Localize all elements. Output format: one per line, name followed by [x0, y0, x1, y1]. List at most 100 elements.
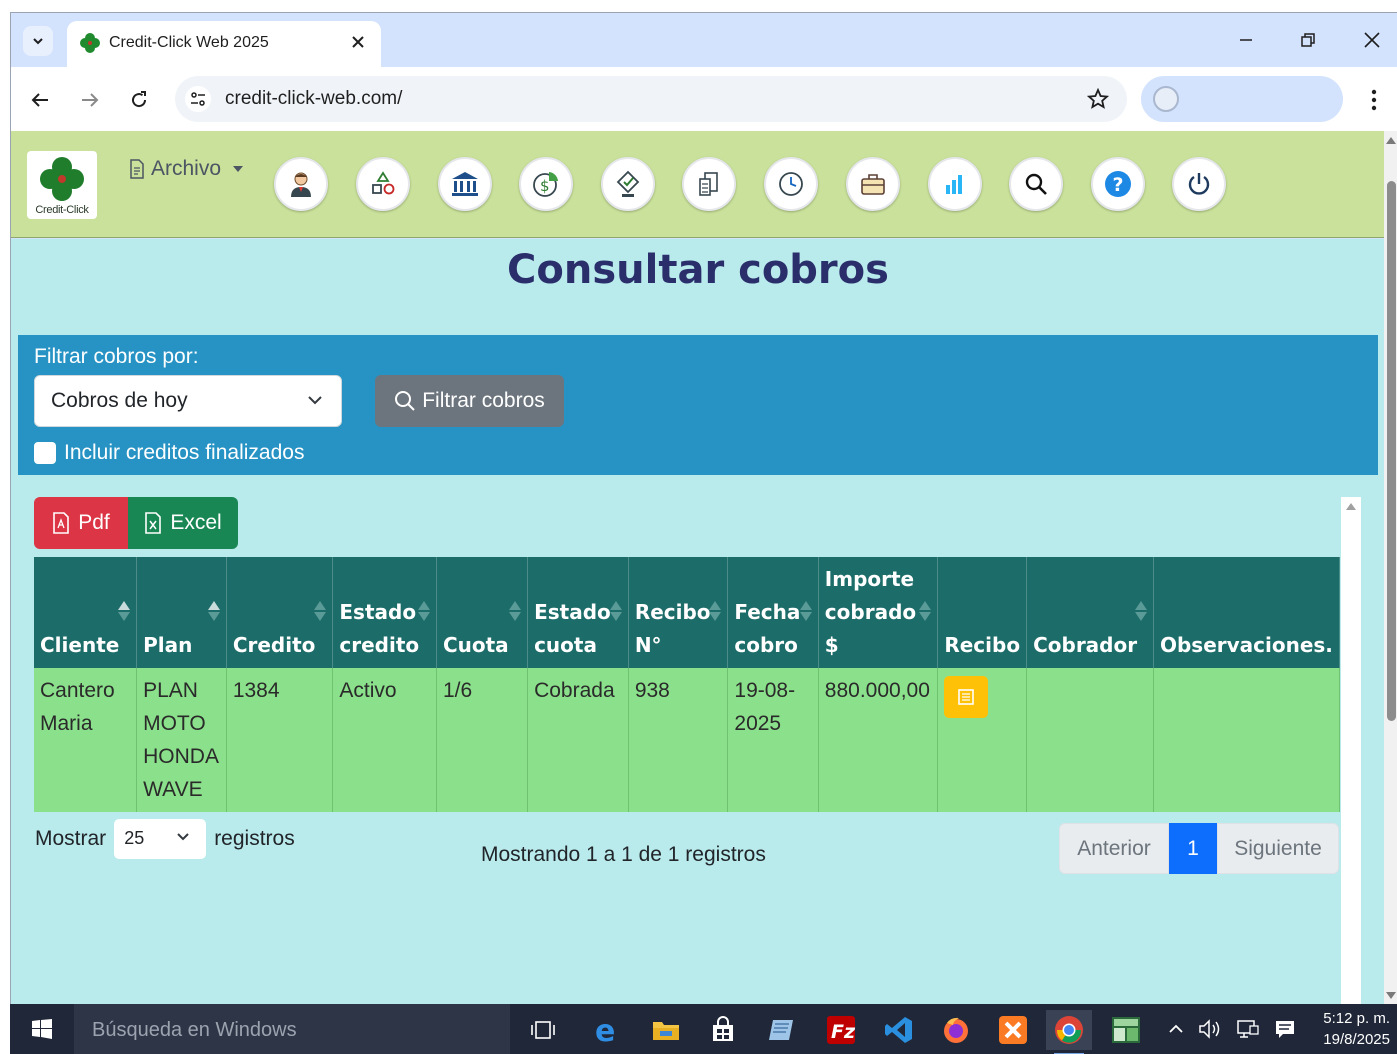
scroll-down-arrow-icon[interactable]: [1386, 992, 1396, 999]
taskbar: Búsqueda en Windows e Fz 5:12 p. m. 19/8…: [10, 1004, 1397, 1054]
col-header[interactable]: Cuota: [436, 557, 529, 668]
plans-button[interactable]: [356, 157, 410, 211]
approve-button[interactable]: [601, 157, 655, 211]
reload-icon[interactable]: [124, 85, 154, 115]
col-header[interactable]: Recibo: [937, 557, 1028, 668]
file-explorer-icon[interactable]: [643, 1010, 689, 1050]
sort-icon: [1134, 601, 1147, 623]
scroll-up-arrow-icon[interactable]: [1386, 137, 1396, 144]
firefox-icon[interactable]: [933, 1010, 979, 1050]
site-settings-icon[interactable]: [185, 86, 211, 112]
profile-button[interactable]: [1141, 76, 1343, 122]
page-length-control: Mostrar 25 registros: [35, 819, 295, 859]
calculator-button[interactable]: [682, 157, 736, 211]
scrollbar-thumb[interactable]: [1387, 181, 1396, 721]
cell-credito: 1384: [226, 668, 334, 812]
notepad-app-icon[interactable]: [759, 1010, 805, 1050]
store-icon[interactable]: [700, 1010, 746, 1050]
bank-button[interactable]: [438, 157, 492, 211]
restore-icon[interactable]: [1285, 25, 1331, 55]
vscode-icon[interactable]: [876, 1010, 922, 1050]
filter-select[interactable]: Cobros de hoy: [34, 375, 342, 427]
export-excel-button[interactable]: Excel: [128, 497, 238, 549]
payments-button[interactable]: $: [519, 157, 573, 211]
page-title: Consultar cobros: [507, 247, 889, 293]
table-scrollbar[interactable]: [1341, 497, 1361, 1005]
chevron-up-icon[interactable]: [1168, 1022, 1184, 1036]
tab-search-button[interactable]: [23, 26, 53, 56]
scroll-up-arrow-icon[interactable]: [1346, 503, 1356, 510]
col-header[interactable]: Recibo N°: [628, 557, 729, 668]
prev-page-button[interactable]: Anterior: [1059, 823, 1169, 874]
cashbox-button[interactable]: [846, 157, 900, 211]
cell-cuota: 1/6: [436, 668, 529, 812]
task-view-icon[interactable]: [520, 1010, 566, 1050]
browser-tab[interactable]: Credit-Click Web 2025: [67, 21, 381, 67]
help-button[interactable]: ?: [1091, 157, 1145, 211]
forward-icon[interactable]: [75, 85, 105, 115]
pagination: Anterior 1 Siguiente: [1059, 823, 1339, 874]
credit-click-app-icon[interactable]: [1103, 1010, 1149, 1050]
clover-logo-icon: [40, 157, 84, 201]
start-button[interactable]: [10, 1004, 74, 1054]
include-finished-checkbox[interactable]: [34, 442, 56, 464]
filter-button-label: Filtrar cobros: [422, 389, 545, 412]
profile-avatar-icon: [1153, 86, 1179, 112]
page-length-select[interactable]: 25: [114, 819, 207, 859]
view-receipt-button[interactable]: [944, 676, 989, 718]
help-icon: ?: [1105, 171, 1131, 197]
archivo-menu[interactable]: Archivo: [129, 157, 244, 181]
tab-title: Credit-Click Web 2025: [109, 34, 269, 51]
history-button[interactable]: [764, 157, 818, 211]
network-icon[interactable]: [1236, 1018, 1260, 1040]
col-header[interactable]: Estado cuota: [527, 557, 629, 668]
minimize-icon[interactable]: [1223, 25, 1269, 55]
xampp-icon[interactable]: [990, 1010, 1036, 1050]
filezilla-icon[interactable]: Fz: [818, 1010, 864, 1050]
chevron-down-icon: [177, 833, 189, 841]
reports-button[interactable]: [928, 157, 982, 211]
page-scrollbar[interactable]: [1384, 131, 1397, 1005]
col-header[interactable]: Cliente: [34, 557, 138, 668]
logout-button[interactable]: [1172, 157, 1226, 211]
chrome-icon[interactable]: [1046, 1010, 1092, 1054]
col-header[interactable]: Cobrador: [1026, 557, 1154, 668]
volume-icon[interactable]: [1198, 1018, 1222, 1040]
export-pdf-button[interactable]: Pdf: [34, 497, 128, 549]
taskbar-clock[interactable]: 5:12 p. m. 19/8/2025: [1298, 1008, 1390, 1050]
close-window-icon[interactable]: [1349, 25, 1395, 55]
col-header[interactable]: Observaciones.: [1153, 557, 1341, 668]
clock-time: 5:12 p. m.: [1323, 1010, 1390, 1027]
address-bar[interactable]: credit-click-web.com/: [175, 76, 1127, 122]
url-text: credit-click-web.com/: [225, 88, 403, 109]
filter-label: Filtrar cobros por:: [34, 345, 199, 368]
col-header[interactable]: Fecha cobro: [727, 557, 819, 668]
col-header[interactable]: Estado credito: [332, 557, 437, 668]
records-label: registros: [214, 827, 295, 850]
table-info: Mostrando 1 a 1 de 1 registros: [481, 843, 766, 866]
filter-button[interactable]: Filtrar cobros: [375, 375, 564, 427]
cell-estado-cuota: Cobrada: [527, 668, 629, 812]
search-app-button[interactable]: [1009, 157, 1063, 211]
back-icon[interactable]: [25, 85, 55, 115]
browser-menu-icon[interactable]: [1359, 85, 1389, 115]
calculator-icon: [699, 172, 718, 196]
clients-button[interactable]: [274, 157, 328, 211]
col-header[interactable]: Credito: [226, 557, 334, 668]
edge-legacy-icon[interactable]: e: [584, 1010, 630, 1050]
app-logo[interactable]: Credit-Click: [27, 151, 97, 219]
payments-table: Cliente Plan Credito Estado credito Cuota…: [34, 557, 1341, 812]
col-header[interactable]: Importe cobrado $: [818, 557, 939, 668]
svg-text:$: $: [540, 177, 550, 195]
clock-icon: [779, 172, 803, 196]
close-tab-icon[interactable]: [347, 31, 369, 53]
next-page-button[interactable]: Siguiente: [1217, 823, 1339, 874]
svg-text:Fz: Fz: [831, 1021, 856, 1043]
windows-logo-icon: [32, 1019, 52, 1039]
col-header[interactable]: Plan: [136, 557, 227, 668]
taskbar-search[interactable]: Búsqueda en Windows: [74, 1004, 510, 1054]
bookmark-star-icon[interactable]: [1085, 86, 1111, 112]
notifications-icon[interactable]: [1274, 1018, 1296, 1040]
table-row[interactable]: Cantero Maria PLAN MOTO HONDA WAVE 1384 Acti…: [34, 668, 1341, 812]
page-1-button[interactable]: 1: [1169, 823, 1217, 874]
